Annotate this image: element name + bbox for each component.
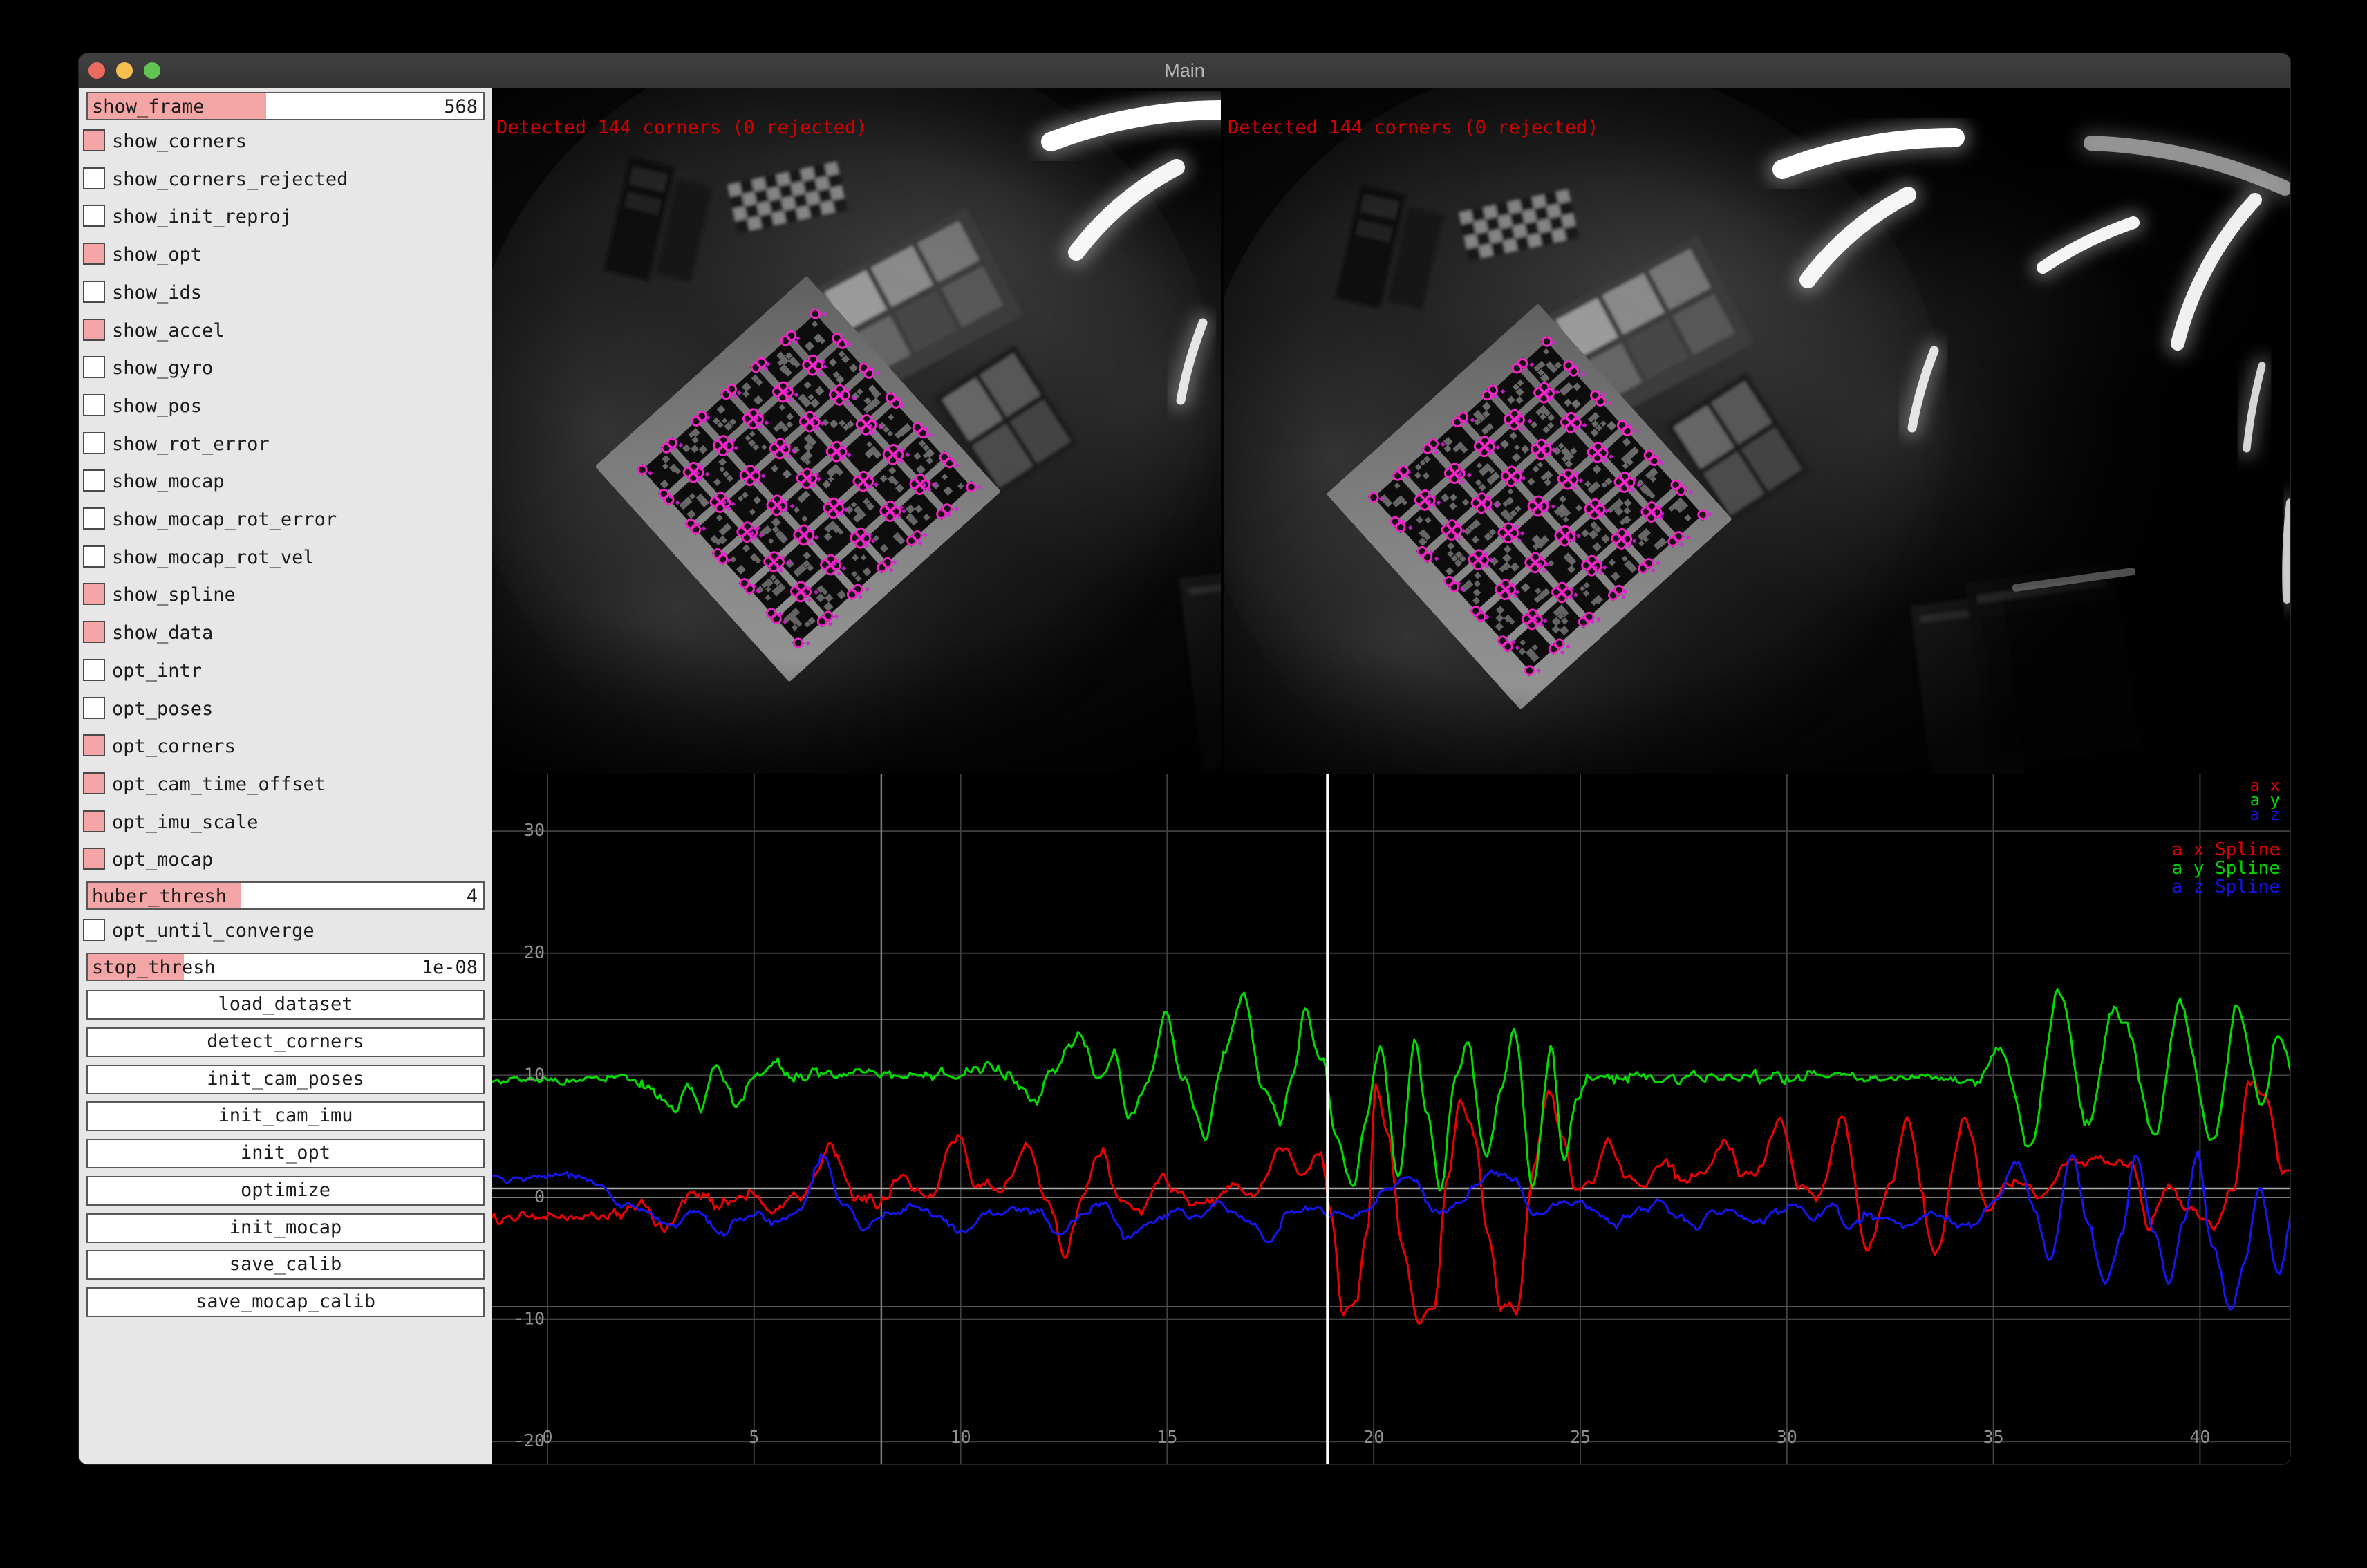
- y-tick-label: 10: [524, 1064, 545, 1084]
- slider-label: huber_thresh: [92, 886, 227, 907]
- checkbox-label: show_spline: [112, 584, 236, 606]
- button-init_mocap[interactable]: init_mocap: [86, 1213, 485, 1243]
- x-tick-label: 30: [1777, 1427, 1797, 1447]
- legend-item[interactable]: a z: [2250, 805, 2280, 824]
- checkbox-opt_poses[interactable]: [83, 697, 105, 719]
- checkbox-label: show_gyro: [112, 357, 213, 379]
- x-tick-label: 20: [1363, 1427, 1384, 1447]
- slider-huber_thresh[interactable]: huber_thresh 4: [86, 881, 485, 910]
- checkbox-label: show_mocap_rot_error: [112, 509, 337, 530]
- y-tick-label: -20: [514, 1430, 545, 1450]
- checkbox-opt_corners[interactable]: [83, 734, 105, 756]
- checkbox-label: opt_mocap: [112, 849, 213, 870]
- svg-text:Detected 144 corners (0 reject: Detected 144 corners (0 rejected): [1228, 117, 1598, 138]
- checkbox-label: opt_corners: [112, 736, 236, 757]
- x-tick-label: 5: [749, 1427, 759, 1447]
- y-tick-label: -10: [514, 1309, 545, 1329]
- checkbox-show_mocap_rot_vel[interactable]: [83, 545, 105, 568]
- checkbox-label: show_corners_rejected: [112, 169, 348, 190]
- checkbox-show_corners[interactable]: [83, 129, 105, 151]
- y-tick-label: 20: [524, 942, 545, 962]
- checkbox-label: show_rot_error: [112, 433, 270, 455]
- legend-item-spline[interactable]: a y Spline: [2171, 858, 2280, 879]
- checkbox-show_corners_rejected[interactable]: [83, 167, 105, 189]
- title-bar[interactable]: Main: [79, 53, 2290, 88]
- imu-plot[interactable]: 3020100-10-200510152025303540a xa ya za …: [492, 774, 2290, 1464]
- x-tick-label: 10: [951, 1427, 971, 1447]
- checkbox-show_opt[interactable]: [83, 243, 105, 265]
- slider-label: stop_thresh: [92, 957, 216, 978]
- checkbox-label: show_mocap: [112, 471, 225, 492]
- slider-value: 568: [444, 96, 478, 118]
- x-tick-label: 25: [1570, 1427, 1591, 1447]
- checkbox-show_mocap_rot_error[interactable]: [83, 507, 105, 530]
- slider-show_frame[interactable]: show_frame 568: [86, 92, 485, 120]
- button-save_calib[interactable]: save_calib: [86, 1250, 485, 1280]
- checkbox-show_gyro[interactable]: [83, 356, 105, 378]
- button-load_dataset[interactable]: load_dataset: [86, 990, 485, 1020]
- x-tick-label: 35: [1983, 1427, 2004, 1447]
- plot-canvas: 3020100-10-200510152025303540a xa ya za …: [492, 774, 2290, 1464]
- checkbox-show_data[interactable]: [83, 621, 105, 643]
- checkbox-opt_intr[interactable]: [83, 659, 105, 681]
- button-optimize[interactable]: optimize: [86, 1176, 485, 1206]
- camera-view-0[interactable]: Detected 144 corners (0 rejected): [492, 88, 1221, 774]
- checkbox-show_mocap[interactable]: [83, 469, 105, 492]
- checkbox-label: show_pos: [112, 395, 202, 417]
- checkbox-label: show_mocap_rot_vel: [112, 547, 315, 568]
- checkbox-label: opt_poses: [112, 698, 213, 720]
- app-window: Main show_frame 568 show_corners show_corne…: [79, 53, 2290, 1464]
- checkbox-show_accel[interactable]: [83, 319, 105, 341]
- checkbox-show_pos[interactable]: [83, 394, 105, 416]
- series-a-z: [492, 1151, 2290, 1309]
- checkbox-label: show_init_reproj: [112, 206, 292, 227]
- svg-text:Detected 144 corners (0 reject: Detected 144 corners (0 rejected): [496, 117, 867, 138]
- slider-label: show_frame: [92, 96, 205, 118]
- desktop: {"window":{"title":"Main","traffic_light…: [0, 0, 2367, 1568]
- checkbox-label: show_corners: [112, 131, 247, 152]
- legend-item-spline[interactable]: a z Spline: [2171, 877, 2280, 897]
- camera-view-1[interactable]: Detected 144 corners (0 rejected): [1224, 88, 2290, 774]
- x-tick-label: 15: [1157, 1427, 1177, 1447]
- checkbox-opt_cam_time_offset[interactable]: [83, 772, 105, 794]
- checkbox-label: show_accel: [112, 320, 225, 342]
- checkbox-label: show_data: [112, 622, 213, 644]
- checkbox-opt_imu_scale[interactable]: [83, 810, 105, 832]
- camera-image: Detected 144 corners (0 rejected): [1224, 88, 2290, 774]
- checkbox-label: opt_until_converge: [112, 920, 315, 942]
- legend-item-spline[interactable]: a x Spline: [2171, 839, 2280, 860]
- button-init_opt[interactable]: init_opt: [86, 1139, 485, 1168]
- button-detect_corners[interactable]: detect_corners: [86, 1027, 485, 1057]
- checkbox-label: show_opt: [112, 244, 202, 265]
- y-tick-label: 30: [524, 820, 545, 840]
- slider-value: 4: [467, 886, 478, 907]
- y-tick-label: 0: [534, 1186, 545, 1206]
- checkbox-show_rot_error[interactable]: [83, 432, 105, 454]
- checkbox-show_ids[interactable]: [83, 281, 105, 303]
- slider-value: 1e-08: [422, 957, 478, 978]
- checkbox-label: opt_intr: [112, 660, 202, 682]
- checkbox-opt_mocap[interactable]: [83, 848, 105, 870]
- button-init_cam_poses[interactable]: init_cam_poses: [86, 1065, 485, 1094]
- checkbox-opt_until_converge[interactable]: [83, 919, 105, 941]
- x-tick-label: 0: [542, 1427, 552, 1447]
- x-tick-label: 40: [2189, 1427, 2210, 1447]
- checkbox-show_spline[interactable]: [83, 583, 105, 605]
- checkbox-label: opt_imu_scale: [112, 812, 258, 833]
- control-panel: show_frame 568 show_corners show_corners_re…: [79, 88, 492, 1464]
- window-title: Main: [79, 60, 2290, 82]
- camera-image: Detected 144 corners (0 rejected): [492, 88, 1221, 774]
- button-save_mocap_calib[interactable]: save_mocap_calib: [86, 1287, 485, 1317]
- checkbox-show_init_reproj[interactable]: [83, 205, 105, 227]
- checkbox-label: opt_cam_time_offset: [112, 774, 326, 795]
- slider-stop_thresh[interactable]: stop_thresh 1e-08: [86, 953, 485, 981]
- button-init_cam_imu[interactable]: init_cam_imu: [86, 1101, 485, 1131]
- checkbox-label: show_ids: [112, 282, 202, 304]
- main-content: Detected 144 corners (0 rejected) Detect…: [492, 88, 2290, 1464]
